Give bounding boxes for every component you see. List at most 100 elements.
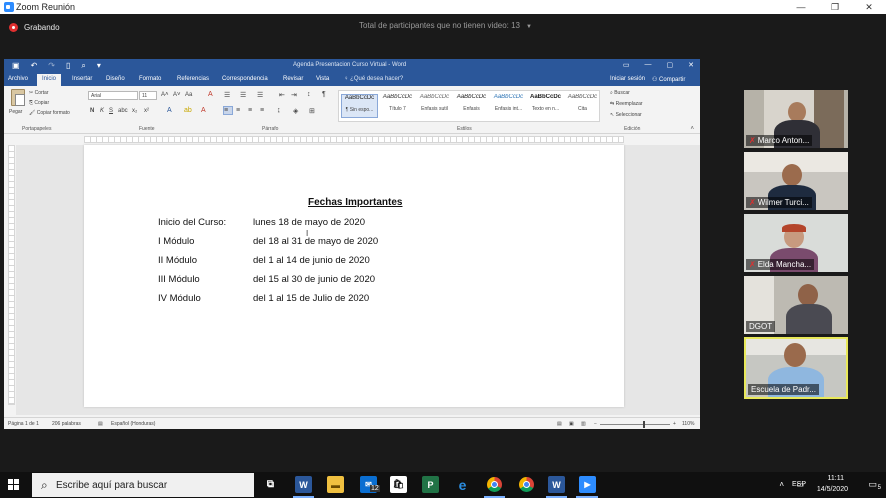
tab-archivo[interactable]: Archivo [8,76,28,82]
shrink-font-icon[interactable]: A˅ [173,92,181,98]
increase-indent-icon[interactable]: ⇥ [291,91,297,99]
numbering-icon[interactable]: ☰ [240,91,246,99]
recording-indicator[interactable]: Grabando [9,23,60,32]
paste-label[interactable]: Pegar [9,109,22,115]
video-tile-active-speaker[interactable]: Escuela de Padr... [744,337,848,399]
redo-icon[interactable]: ↷ [48,61,55,71]
select-button[interactable]: ↖ Seleccionar [610,112,642,118]
zoom-out-icon[interactable]: − [594,421,597,427]
tab-correspondencia[interactable]: Correspondencia [222,76,268,82]
horizontal-ruler[interactable] [84,136,624,143]
sort-icon[interactable]: ↕ [307,91,311,98]
chrome-icon[interactable] [486,476,503,493]
copy-button[interactable]: ⎘ Copiar [29,100,49,106]
sign-in-link[interactable]: Iniciar sesión [610,76,645,82]
web-layout-icon[interactable]: ▥ [581,421,586,427]
video-tile[interactable]: ✗ Wilmer Turci... [744,152,848,210]
align-left-icon[interactable]: ≡ [223,106,233,115]
print-preview-icon[interactable]: ⌕ [81,61,85,71]
ribbon-display-icon[interactable]: ▭ [623,61,630,69]
clock-date[interactable]: 14/5/2020 [817,486,848,493]
font-color-icon[interactable]: A [201,107,206,114]
language-status[interactable]: Español (Honduras) [111,421,155,427]
taskbar-search[interactable]: ⌕ Escribe aquí para buscar [32,473,254,497]
windows-start-icon[interactable] [8,479,20,491]
strikethrough-button[interactable]: abc [118,108,128,114]
style-title-7[interactable]: AaBbCcDc Título 7 [379,94,416,118]
tab-vista[interactable]: Vista [316,76,329,82]
change-case-icon[interactable]: Aa [185,92,192,98]
edge-icon[interactable]: e [454,476,471,493]
restore-button[interactable]: ❐ [818,0,852,14]
text-effects-icon[interactable]: A [167,107,172,114]
find-button[interactable]: ⌕ Buscar [610,90,630,96]
task-view-icon[interactable]: ⧉ [262,476,279,493]
tray-chevron-icon[interactable]: ˄ [779,480,784,489]
customize-toolbar-icon[interactable]: ▾ [97,61,101,71]
style-no-spacing[interactable]: AaBbCcDc ¶ Sin espo... [341,94,378,118]
document-page[interactable]: Fechas Importantes Inicio del Curso: lun… [84,145,624,407]
word-restore-button[interactable]: ▢ [667,61,674,69]
no-video-participants-dropdown[interactable]: Total de participantes que no tienen vid… [359,21,532,30]
cut-button[interactable]: ✂ Cortar [29,90,49,96]
share-button[interactable]: ⚇ Compartir [652,76,685,83]
tab-diseno[interactable]: Diseño [106,76,125,82]
justify-icon[interactable]: ≡ [260,107,264,114]
zoom-taskbar-icon[interactable]: ▶ [579,476,596,493]
font-size-select[interactable]: 11 [139,91,157,100]
collapse-ribbon-icon[interactable]: ˄ [690,126,694,132]
superscript-button[interactable]: x² [144,108,149,114]
zoom-level[interactable]: 110% [682,421,694,427]
word-window-icon[interactable]: W [548,476,565,493]
notifications-icon[interactable]: ▭ [868,479,877,490]
publisher-icon[interactable]: P [422,476,439,493]
zoom-slider[interactable] [600,421,670,428]
tab-insertar[interactable]: Insertar [72,76,92,82]
zoom-in-icon[interactable]: + [673,421,676,427]
video-tile[interactable]: ✗ Elda Mancha... [744,214,848,272]
video-tile[interactable]: ✗ Marco Anton... [744,90,848,148]
undo-icon[interactable]: ↶ [31,61,38,71]
borders-icon[interactable]: ⊞ [309,107,315,115]
tab-revisar[interactable]: Revisar [283,76,303,82]
format-painter-button[interactable]: 🖌 Copiar formato [29,110,70,116]
replace-button[interactable]: ⇆ Reemplazar [610,101,643,107]
bullets-icon[interactable]: ☰ [224,91,230,99]
tab-formato[interactable]: Formato [139,76,161,82]
tell-me-search[interactable]: ♀ ¿Qué desea hacer? [344,76,403,82]
paste-icon[interactable] [11,89,25,106]
show-marks-icon[interactable]: ¶ [322,91,326,98]
language-indicator[interactable]: ESP [792,481,806,488]
bold-button[interactable]: N [90,108,94,114]
style-quote[interactable]: AaBbCcDc Cita [564,94,601,118]
grow-font-icon[interactable]: A˄ [161,92,169,98]
tab-referencias[interactable]: Referencias [177,76,209,82]
font-name-select[interactable]: Arial [88,91,138,100]
store-icon[interactable]: 🛍 [390,476,407,493]
align-center-icon[interactable]: ≡ [236,107,240,114]
line-spacing-icon[interactable]: ↨ [277,107,281,114]
word-taskbar-icon[interactable]: W [295,476,312,493]
word-close-button[interactable]: ✕ [688,61,694,69]
vertical-ruler[interactable] [8,145,15,405]
file-explorer-icon[interactable]: ▬ [327,476,344,493]
style-strong[interactable]: AaBbCcDc Texto en n... [527,94,564,118]
subscript-button[interactable]: x₂ [132,108,137,114]
minimize-button[interactable]: — [784,0,818,14]
multilevel-list-icon[interactable]: ☰ [257,91,263,99]
close-button[interactable]: ✕ [852,0,886,14]
underline-button[interactable]: S [109,108,113,114]
highlight-icon[interactable]: ab [184,107,192,114]
clear-formatting-icon[interactable]: A [208,91,213,98]
style-subtle-emphasis[interactable]: AaBbCcDc Énfasis sutil [416,94,453,118]
shading-icon[interactable]: ◈ [293,107,298,115]
style-intense-emphasis[interactable]: AaBbCcDc Énfasis int... [490,94,527,118]
proofing-icon[interactable]: ▤ [98,421,103,427]
save-icon[interactable]: ▣ [12,61,20,71]
italic-button[interactable]: K [100,108,104,114]
chrome-profile-icon[interactable] [518,476,535,493]
clock-time[interactable]: 11:11 [828,475,844,482]
align-right-icon[interactable]: ≡ [248,107,252,114]
page-count[interactable]: Página 1 de 1 [8,421,39,427]
word-count[interactable]: 206 palabras [52,421,81,427]
